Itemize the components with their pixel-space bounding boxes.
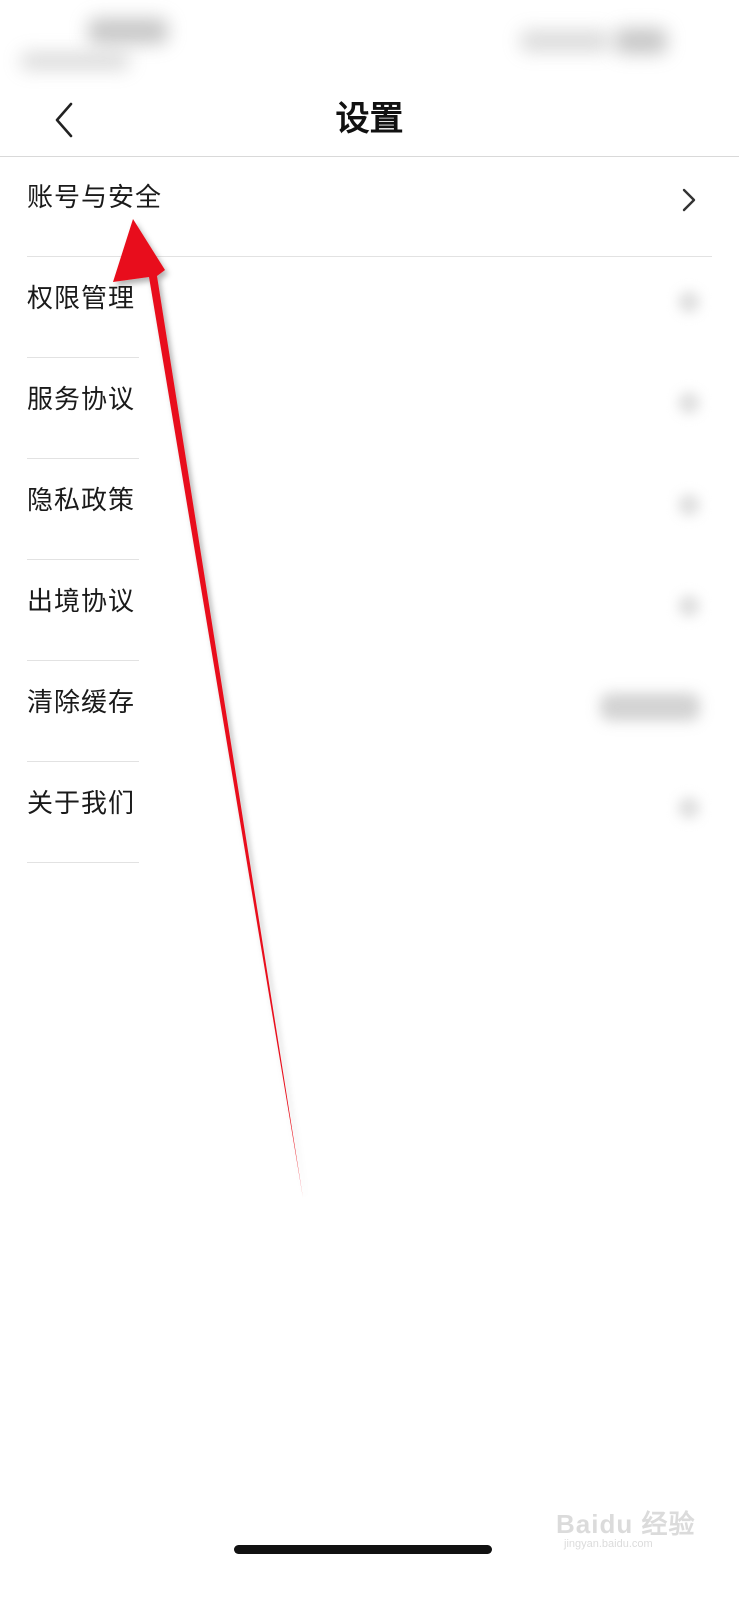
chevron-right-icon (678, 797, 700, 819)
cache-size-blurred (600, 693, 700, 721)
chevron-right-icon (678, 595, 700, 617)
settings-item-label: 权限管理 (27, 284, 136, 314)
watermark-brand: Baidu 经验 (556, 1509, 696, 1539)
home-indicator (234, 1545, 492, 1554)
settings-item-permissions[interactable]: 权限管理 (0, 257, 739, 358)
settings-item-privacy-policy[interactable]: 隐私政策 (0, 459, 739, 560)
status-bar (0, 0, 739, 90)
watermark-url: jingyan.baidu.com (564, 1538, 653, 1550)
baidu-watermark: Baidu 经验 jingyan.baidu.com (556, 1498, 706, 1558)
settings-item-label: 清除缓存 (27, 688, 136, 718)
settings-item-account-security[interactable]: 账号与安全 (0, 156, 739, 257)
page-title: 设置 (335, 99, 404, 139)
chevron-right-icon (682, 188, 696, 212)
nav-bar: 设置 (0, 90, 739, 157)
settings-item-label: 关于我们 (27, 789, 136, 819)
settings-item-label: 出境协议 (27, 587, 136, 617)
status-carrier-blurred (20, 52, 130, 70)
chevron-right-icon (678, 494, 700, 516)
status-time-blurred (88, 18, 168, 44)
chevron-right-icon (678, 291, 700, 313)
battery-icon (615, 28, 667, 54)
divider (27, 862, 139, 863)
settings-item-service-agreement[interactable]: 服务协议 (0, 358, 739, 459)
settings-item-exit-agreement[interactable]: 出境协议 (0, 560, 739, 661)
status-indicators-blurred (520, 30, 610, 52)
settings-item-about-us[interactable]: 关于我们 (0, 762, 739, 863)
settings-list: 账号与安全 权限管理 服务协议 隐私政策 出境协议 清除缓存 关于我们 (0, 156, 739, 863)
settings-item-label: 服务协议 (27, 385, 136, 415)
chevron-right-icon (678, 392, 700, 414)
settings-item-label: 隐私政策 (27, 486, 136, 516)
settings-item-label: 账号与安全 (27, 183, 163, 213)
